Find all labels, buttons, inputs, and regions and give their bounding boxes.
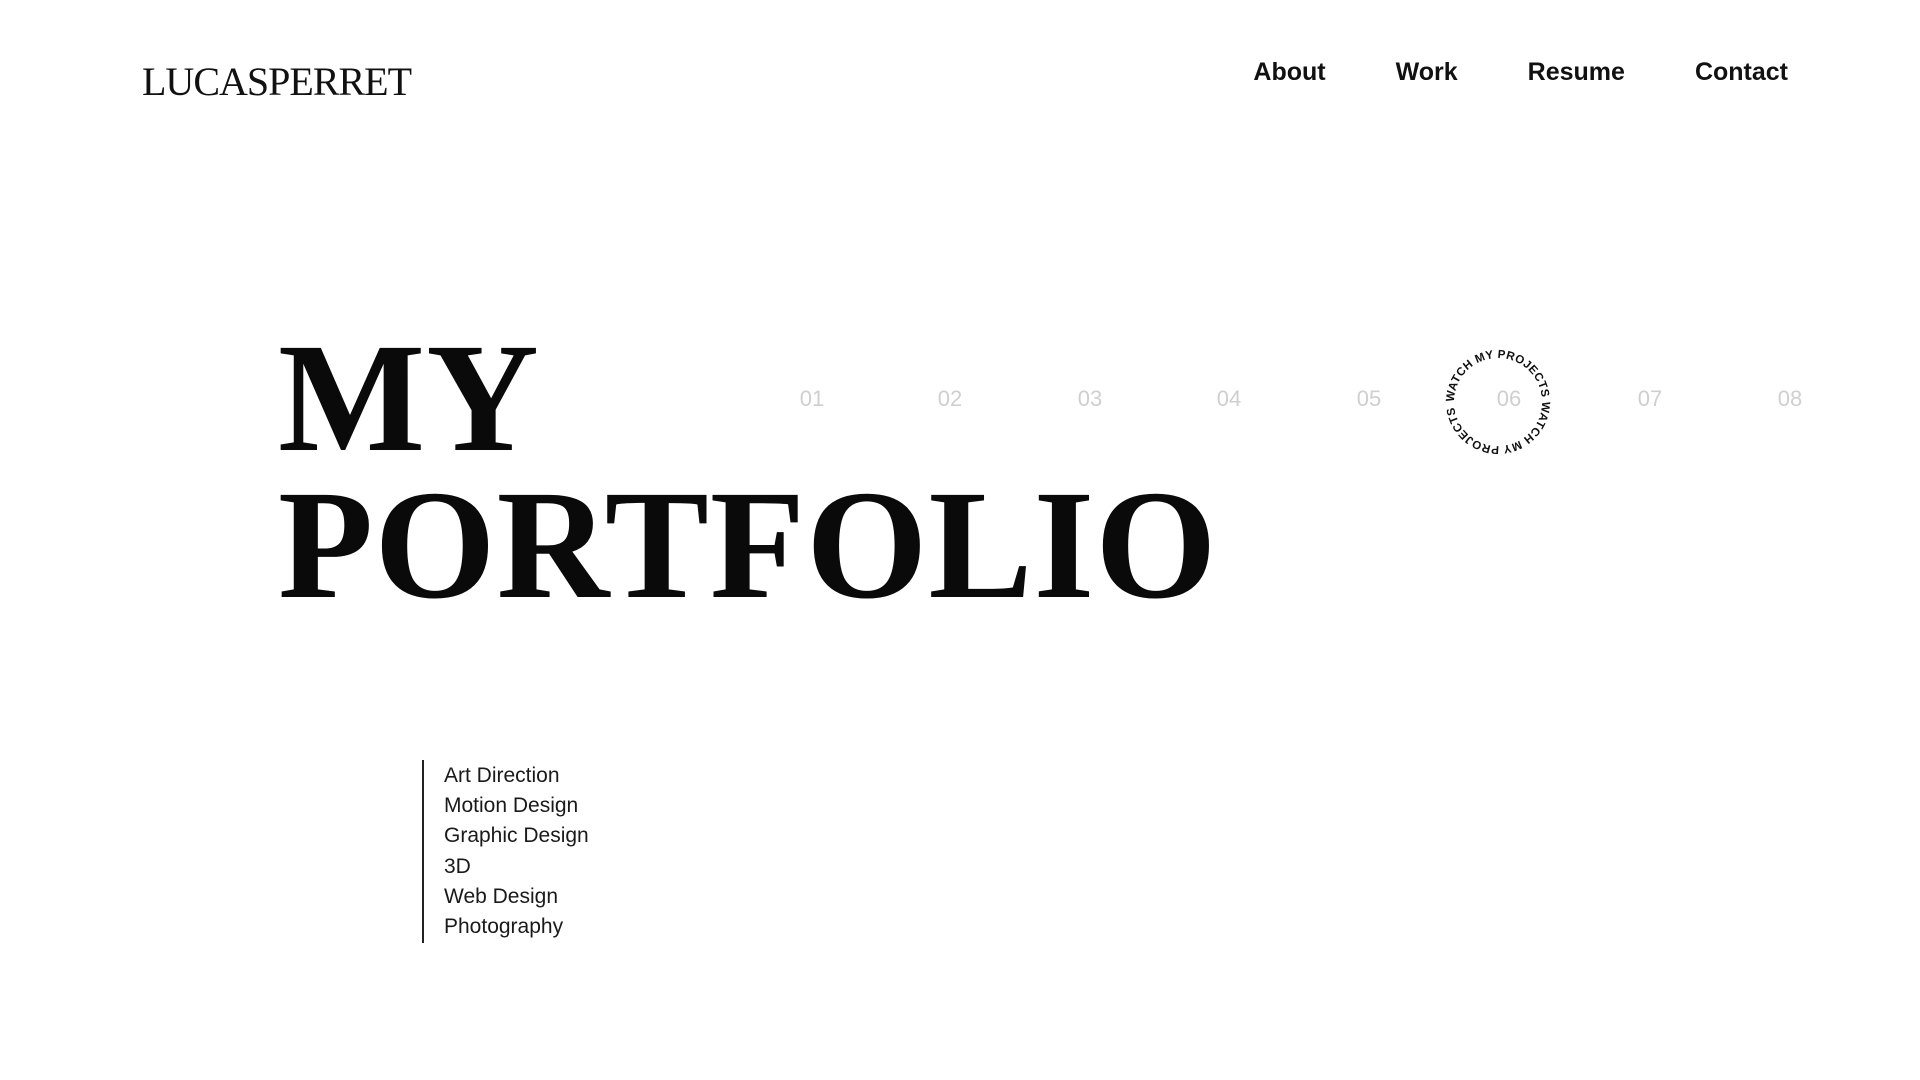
services-list: Art Direction Motion Design Graphic Desi… [422,760,589,944]
project-number-04[interactable]: 04 [1217,386,1241,412]
site-logo[interactable]: LUCASPERRET [142,58,412,105]
hero-title-line-2: PORTFOLIO [278,457,1218,631]
project-number-01[interactable]: 01 [800,386,824,412]
service-item: 3D [444,854,471,878]
service-item: Motion Design [444,794,579,818]
nav-about[interactable]: About [1253,58,1325,87]
circular-text-badge: WATCH MY PROJECTS WATCH MY PROJECTS [1444,348,1553,456]
project-number-08[interactable]: 08 [1778,386,1802,412]
project-number-02[interactable]: 02 [938,386,962,412]
nav-work[interactable]: Work [1396,58,1458,87]
project-index: 01 02 03 04 05 06 07 08 [0,386,1920,416]
service-item: Art Direction [444,764,560,787]
service-item: Graphic Design [444,824,589,848]
project-number-05[interactable]: 05 [1357,386,1381,412]
main-nav: About Work Resume Contact [1253,58,1788,87]
project-number-03[interactable]: 03 [1078,386,1102,412]
nav-contact[interactable]: Contact [1695,58,1788,87]
badge-text: WATCH MY PROJECTS WATCH MY PROJECTS [1444,348,1553,456]
hero-title: MY PORTFOLIO [278,320,1218,631]
project-number-07[interactable]: 07 [1638,386,1662,412]
service-item: Photography [444,915,564,939]
service-item: Web Design [444,884,559,908]
watch-projects-badge[interactable]: WATCH MY PROJECTS WATCH MY PROJECTS [1438,342,1558,462]
nav-resume[interactable]: Resume [1528,58,1625,87]
portfolio-page: LUCASPERRET About Work Resume Contact MY… [0,0,1920,1080]
